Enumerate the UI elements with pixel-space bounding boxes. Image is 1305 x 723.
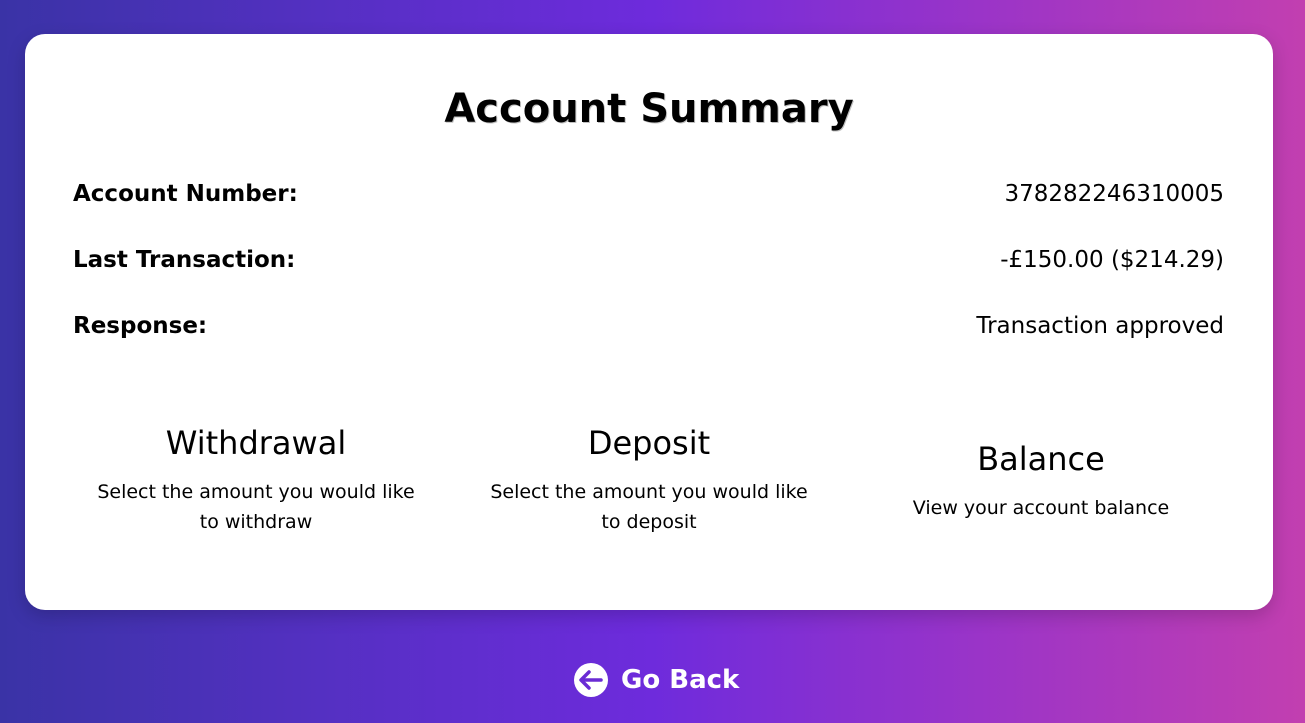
response-label: Response:	[73, 313, 208, 339]
balance-title: Balance	[977, 440, 1105, 478]
withdrawal-title: Withdrawal	[165, 424, 347, 462]
balance-option[interactable]: Balance View your account balance	[876, 439, 1206, 523]
go-back-label: Go Back	[621, 665, 740, 695]
page-title: Account Summary	[444, 86, 854, 132]
account-number-label: Account Number:	[73, 181, 298, 207]
last-transaction-row: Last Transaction: -£150.00 ($214.29)	[73, 243, 1224, 277]
deposit-title: Deposit	[587, 424, 711, 462]
deposit-option[interactable]: Deposit Select the amount you would like…	[484, 423, 814, 537]
balance-description: View your account balance	[912, 497, 1170, 519]
response-row: Response: Transaction approved	[73, 309, 1224, 343]
deposit-description: Select the amount you would like to depo…	[490, 481, 808, 533]
last-transaction-label: Last Transaction:	[73, 247, 296, 273]
last-transaction-value: -£150.00 ($214.29)	[1000, 247, 1224, 273]
account-number-value: 378282246310005	[1004, 181, 1225, 207]
response-value: Transaction approved	[976, 313, 1224, 339]
withdrawal-option[interactable]: Withdrawal Select the amount you would l…	[91, 423, 421, 537]
account-number-row: Account Number: 378282246310005	[73, 177, 1224, 211]
arrow-left-circle-icon	[573, 662, 609, 698]
withdrawal-description: Select the amount you would like to with…	[97, 481, 415, 533]
account-summary-card: Account Summary Account Number: 37828224…	[25, 34, 1273, 610]
go-back-button[interactable]: Go Back	[573, 661, 739, 699]
